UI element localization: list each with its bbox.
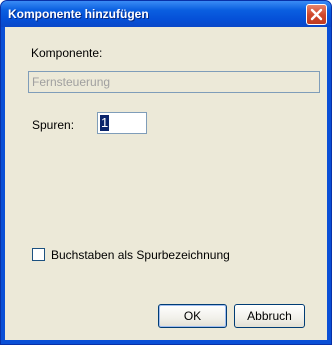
close-x-icon	[310, 8, 323, 21]
buchstaben-checkbox-label[interactable]: Buchstaben als Spurbezeichnung	[51, 248, 230, 262]
window-title: Komponente hinzufügen	[8, 7, 149, 21]
buchstaben-checkbox[interactable]	[32, 248, 45, 261]
spuren-input[interactable]: 1	[97, 112, 147, 134]
close-button[interactable]	[306, 4, 327, 25]
spuren-value: 1	[100, 115, 110, 131]
komponente-label: Komponente:	[31, 46, 103, 60]
title-bar[interactable]: Komponente hinzufügen	[1, 1, 331, 27]
ok-button[interactable]: OK	[158, 304, 227, 328]
spuren-label: Spuren:	[32, 118, 75, 132]
cancel-button[interactable]: Abbruch	[234, 304, 305, 328]
komponente-field: Fernsteuerung	[28, 71, 320, 93]
